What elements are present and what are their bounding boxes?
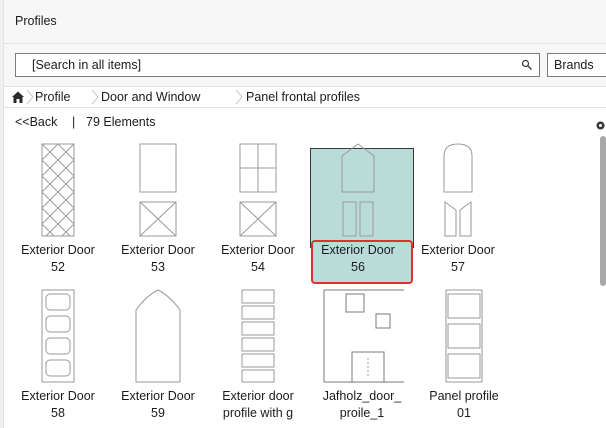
search-row: Brands: [4, 44, 606, 86]
grid-item-exterior-door-59[interactable]: Exterior Door 59: [108, 282, 208, 424]
breadcrumb-item-profile[interactable]: Profile: [35, 90, 70, 104]
home-icon[interactable]: [10, 89, 26, 105]
grid-item-exterior-door-57[interactable]: Exterior Door 57: [408, 136, 508, 278]
item-label: Exterior Door 52: [21, 243, 95, 274]
grid-item-exterior-door-56[interactable]: Exterior Door 56: [308, 136, 408, 278]
status-separator: |: [72, 115, 76, 129]
status-row: <<Back | 79 Elements: [4, 110, 606, 136]
search-input[interactable]: [16, 54, 511, 76]
jafholz-door-icon: [323, 289, 404, 383]
round-arch-door-icon: [443, 143, 473, 237]
item-label: Exterior Door 54: [221, 243, 295, 274]
gear-icon[interactable]: [595, 120, 606, 131]
breadcrumb-item-panel-frontal-profiles[interactable]: Panel frontal profiles: [246, 90, 360, 104]
stacked-bars-door-icon: [241, 289, 275, 383]
grid-item-exterior-door-54[interactable]: Exterior Door 54: [208, 136, 308, 278]
item-label: Exterior Door 57: [421, 243, 495, 274]
breadcrumb-separator-icon: [235, 89, 243, 105]
grid-item-exterior-door-profile[interactable]: Exterior door profile with g: [208, 282, 308, 424]
rect-x-panel-door-icon: [139, 143, 177, 237]
four-rounded-panels-icon: [41, 289, 75, 383]
item-label: Panel profile 01: [429, 389, 499, 420]
four-pane-x-door-icon: [239, 143, 277, 237]
breadcrumb-item-door-and-window[interactable]: Door and Window: [101, 90, 200, 104]
breadcrumb-separator-icon: [91, 89, 99, 105]
grid-item-jafholz-door-profile[interactable]: Jafholz_door_ proile_1: [312, 282, 412, 424]
grid-item-panel-profile-01[interactable]: Panel profile 01: [414, 282, 514, 424]
pointed-arch-door-icon: [341, 143, 375, 237]
item-label: Exterior door profile with g: [222, 389, 294, 420]
item-label: Jafholz_door_ proile_1: [322, 389, 402, 420]
breadcrumb-separator-icon: [26, 89, 34, 105]
back-link[interactable]: <<Back: [15, 115, 57, 129]
brands-dropdown[interactable]: Brands: [547, 53, 606, 77]
search-box[interactable]: [15, 53, 540, 77]
title-bar: Profiles: [4, 0, 606, 44]
breadcrumb: Profile Door and Window Panel frontal pr…: [4, 86, 606, 108]
grid-item-exterior-door-58[interactable]: Exterior Door 58: [8, 282, 108, 424]
item-label: Exterior Door 53: [121, 243, 195, 274]
item-label: Exterior Door 58: [21, 389, 95, 420]
scrollbar-thumb[interactable]: [600, 136, 606, 286]
search-icon[interactable]: [521, 59, 533, 71]
profile-grid: Exterior Door 52 Exterior Door 53 Exterior…: [4, 136, 598, 428]
grid-item-exterior-door-53[interactable]: Exterior Door 53: [108, 136, 208, 278]
vertical-scrollbar[interactable]: [598, 136, 606, 428]
brands-label: Brands: [554, 58, 594, 72]
diamond-lattice-door-icon: [41, 143, 75, 237]
panel-title: Profiles: [15, 14, 57, 28]
item-label: Exterior Door 56: [321, 243, 395, 274]
three-panel-door-icon: [445, 289, 483, 383]
grid-item-exterior-door-52[interactable]: Exterior Door 52: [8, 136, 108, 278]
curved-top-door-icon: [135, 289, 181, 383]
element-count: 79 Elements: [86, 115, 156, 129]
item-label: Exterior Door 59: [121, 389, 195, 420]
